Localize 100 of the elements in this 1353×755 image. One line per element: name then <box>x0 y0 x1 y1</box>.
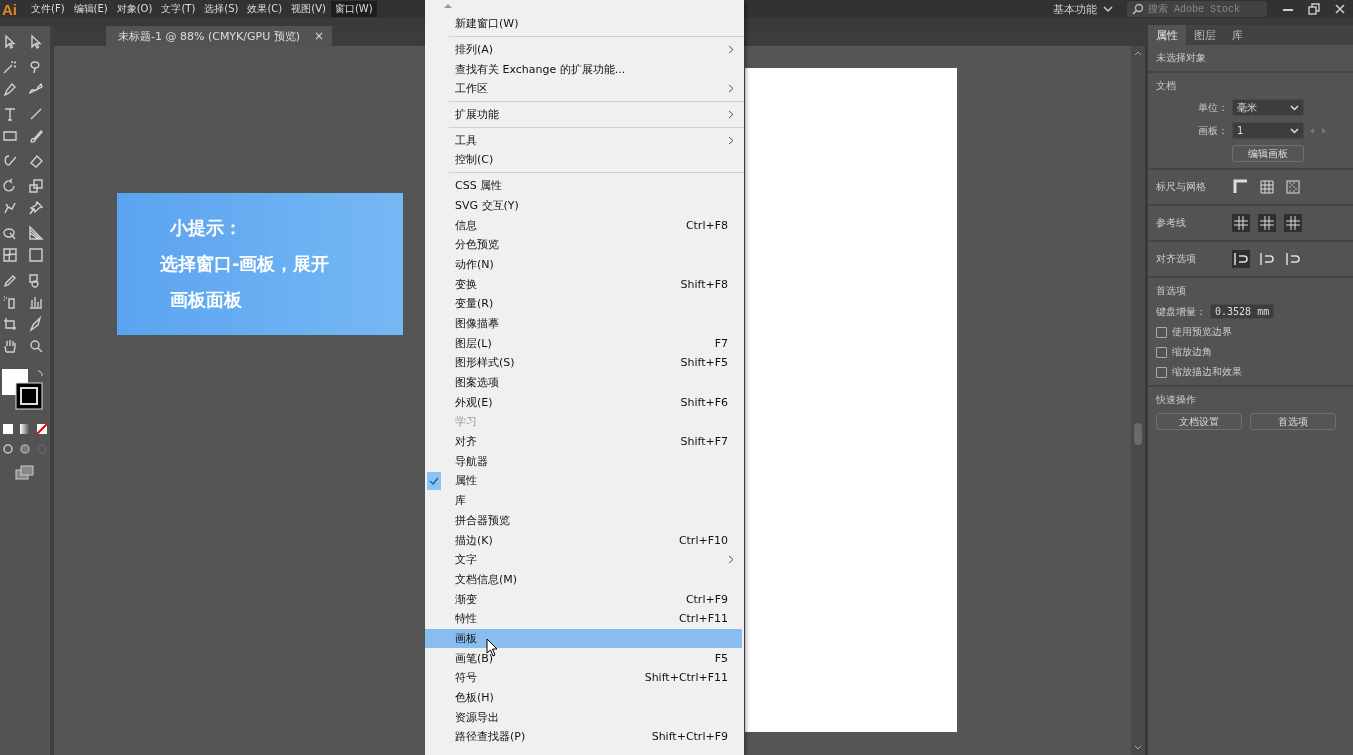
none-swatch-icon[interactable] <box>36 423 48 435</box>
panel-tab[interactable]: 库 <box>1224 25 1251 45</box>
menu-item[interactable]: 拼合器预览 <box>425 510 744 531</box>
type-icon[interactable] <box>2 106 18 122</box>
pin-icon[interactable] <box>28 200 44 216</box>
paintbrush-icon[interactable] <box>28 128 44 144</box>
menu-item[interactable]: 渐变 Ctrl+F9 <box>425 589 744 609</box>
lock-guides-icon[interactable] <box>1258 214 1276 232</box>
scale-icon[interactable] <box>28 178 44 194</box>
mesh-icon[interactable] <box>2 247 18 263</box>
menu-item[interactable]: 文档信息(M) <box>425 569 744 590</box>
artboard-icon[interactable] <box>2 316 18 332</box>
snap-to-pixel-icon[interactable] <box>1284 250 1302 268</box>
guides-icon[interactable] <box>1232 214 1250 232</box>
snap-to-point-icon[interactable] <box>1232 250 1250 268</box>
smart-guides-icon[interactable] <box>1284 214 1302 232</box>
snap-to-grid-icon[interactable] <box>1258 250 1276 268</box>
document-tab[interactable]: 未标题-1 @ 88% (CMYK/GPU 预览) × <box>106 26 333 46</box>
scroll-down-icon[interactable] <box>1134 745 1142 751</box>
menu-item[interactable]: 图形样式(S) Shift+F5 <box>425 353 744 373</box>
magic-wand-icon[interactable] <box>2 59 18 75</box>
rectangle-icon[interactable] <box>2 128 18 144</box>
checkbox[interactable] <box>1156 326 1167 338</box>
ruler-icon[interactable] <box>1232 178 1250 196</box>
menu-item[interactable]: 窗口(W) <box>330 1 377 17</box>
selection-arrow-icon[interactable] <box>2 34 18 50</box>
keyboard-increment-field[interactable]: 0.3528 mm <box>1210 304 1275 319</box>
unit-dropdown[interactable]: 毫米 <box>1232 99 1304 116</box>
hand-icon[interactable] <box>2 338 18 354</box>
panel-tab[interactable]: 图层 <box>1186 25 1224 45</box>
shape-builder-icon[interactable] <box>2 225 18 241</box>
menu-item[interactable]: 图案选项 <box>425 372 744 393</box>
scroll-bar[interactable] <box>1131 46 1145 755</box>
menu-item[interactable]: 导航器 <box>425 451 744 472</box>
gradient-swatch-icon[interactable] <box>19 423 31 435</box>
menu-item[interactable]: 查找有关 Exchange 的扩展功能... <box>425 59 744 80</box>
pen-icon[interactable] <box>2 81 18 97</box>
menu-item[interactable]: 变换 Shift+F8 <box>425 274 744 294</box>
menu-item[interactable]: 效果(C) <box>243 1 287 17</box>
pixel-grid-icon[interactable] <box>1284 178 1302 196</box>
tab-close-button[interactable]: × <box>314 29 325 43</box>
checkbox[interactable] <box>1156 366 1167 378</box>
menu-item[interactable]: 符号 Shift+Ctrl+F11 <box>425 668 744 688</box>
artboard-dropdown[interactable]: 1 <box>1232 122 1304 139</box>
menu-item[interactable]: 特性 Ctrl+F11 <box>425 608 744 629</box>
menu-item[interactable]: 编辑(E) <box>69 1 112 17</box>
menu-item[interactable]: 新建窗口(W) <box>425 14 744 34</box>
menu-item[interactable]: 信息 Ctrl+F8 <box>425 215 744 235</box>
menu-item[interactable]: 变量(R) <box>425 293 744 314</box>
menu-item[interactable]: 分色预览 <box>425 234 744 255</box>
menu-item[interactable]: 属性 <box>425 471 744 491</box>
scroll-thumb[interactable] <box>1134 423 1142 445</box>
menu-item[interactable]: 画板 <box>425 628 742 649</box>
zoom-icon[interactable] <box>28 338 44 354</box>
menu-item[interactable]: 文字 <box>425 549 744 570</box>
menu-item[interactable]: CSS 属性 <box>425 175 744 196</box>
menu-item[interactable]: 文件(F) <box>27 1 69 17</box>
restore-icon[interactable] <box>1307 2 1321 16</box>
panel-tab[interactable]: 属性 <box>1148 25 1186 45</box>
menu-item[interactable]: 外观(E) Shift+F6 <box>425 392 744 413</box>
bar-chart-icon[interactable] <box>28 294 44 310</box>
search-field[interactable]: 搜索 Adobe Stock <box>1127 1 1267 17</box>
menu-item[interactable]: 视图(V) <box>287 1 330 17</box>
edit-artboards-button[interactable]: 编辑画板 <box>1232 145 1304 162</box>
gradient-icon[interactable] <box>28 247 44 263</box>
menu-item[interactable]: 对齐 Shift+F7 <box>425 431 744 452</box>
knife-icon[interactable] <box>28 316 44 332</box>
grid-icon[interactable] <box>1258 178 1276 196</box>
menu-item[interactable]: 图层(L) F7 <box>425 333 744 353</box>
color-icon[interactable] <box>2 423 14 435</box>
draw-behind-icon[interactable] <box>19 443 31 455</box>
line-icon[interactable] <box>28 106 44 122</box>
checkbox[interactable] <box>1156 346 1167 358</box>
menu-item[interactable]: 选择(S) <box>200 1 243 17</box>
screen-mode-icon[interactable] <box>15 465 35 481</box>
curvature-pen-icon[interactable] <box>28 81 44 97</box>
menu-item[interactable]: 色板(H) <box>425 687 744 708</box>
menu-item[interactable]: SVG 交互(Y) <box>425 195 744 216</box>
scroll-up-icon[interactable] <box>1134 50 1142 56</box>
quick-action-button[interactable]: 首选项 <box>1250 413 1336 430</box>
menu-item[interactable]: 工具 <box>425 130 744 151</box>
rotate-icon[interactable] <box>2 178 18 194</box>
workspace-dropdown[interactable]: 基本功能 <box>1053 1 1097 17</box>
menu-item[interactable]: 资源导出 <box>425 707 744 728</box>
perspective-grid-icon[interactable] <box>28 225 44 241</box>
menu-item[interactable]: 工作区 <box>425 79 744 99</box>
menu-item[interactable]: 文字(T) <box>157 1 200 17</box>
menu-item[interactable]: 排列(A) <box>425 39 744 60</box>
menu-item[interactable]: 动作(N) <box>425 254 744 275</box>
draw-normal-icon[interactable] <box>2 443 14 455</box>
menu-item[interactable]: 库 <box>425 490 744 511</box>
menu-item[interactable]: 图像描摹 <box>425 313 744 334</box>
eyedropper-icon[interactable] <box>2 272 18 288</box>
menu-item[interactable]: 扩展功能 <box>425 104 744 125</box>
menu-item[interactable]: 对象(O) <box>112 1 157 17</box>
direct-selection-icon[interactable] <box>28 34 44 50</box>
eraser-icon[interactable] <box>28 153 44 169</box>
quick-action-button[interactable]: 文档设置 <box>1156 413 1242 430</box>
menu-item[interactable]: 描边(K) Ctrl+F10 <box>425 530 744 550</box>
menu-item[interactable]: 控制(C) <box>425 150 744 170</box>
